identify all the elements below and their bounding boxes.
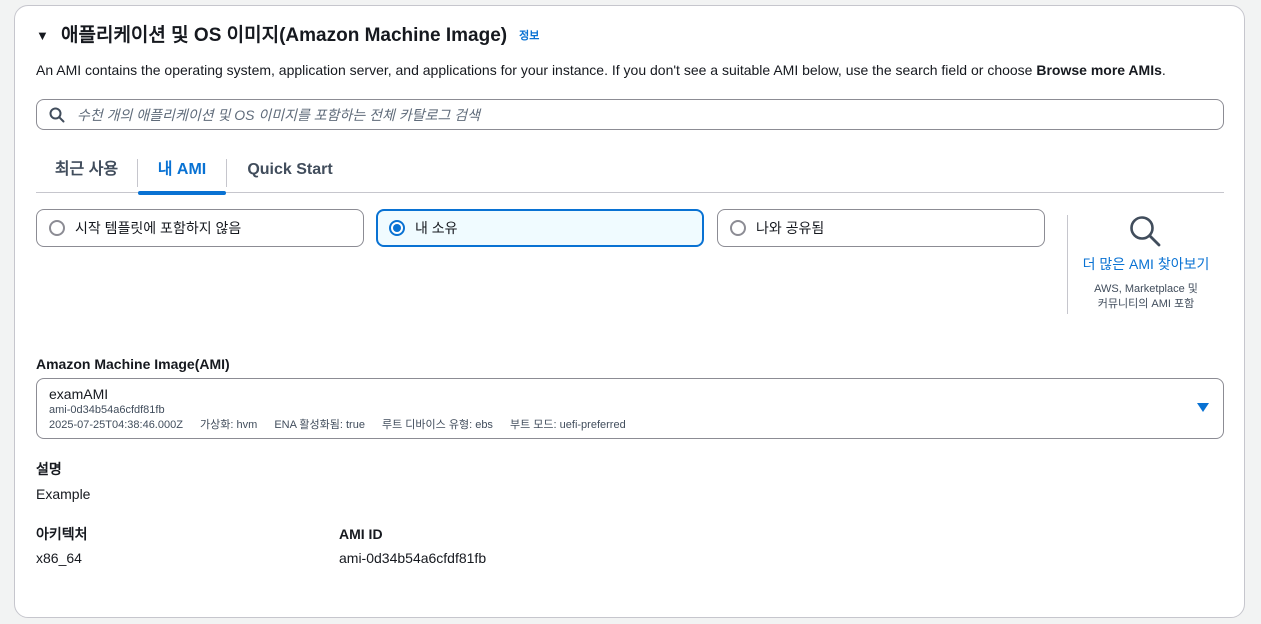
browse-more-amis[interactable]: 더 많은 AMI 찾아보기 AWS, Marketplace 및 커뮤니티의 A… — [1075, 215, 1217, 312]
tab-quick-start[interactable]: Quick Start — [227, 153, 353, 193]
ami-tabs: 최근 사용 내 AMI Quick Start — [36, 153, 1224, 195]
browse-sub-line: AWS, Marketplace 및 — [1094, 283, 1198, 295]
ami-id: ami-0d34b54a6cfdf81fb — [49, 404, 165, 416]
ami-id-value: ami-0d34b54a6cfdf81fb — [339, 550, 487, 566]
architecture-value: x86_64 — [36, 550, 82, 566]
browse-more-subtext: AWS, Marketplace 및 커뮤니티의 AMI 포함 — [1075, 282, 1217, 312]
magnifier-icon[interactable] — [1129, 215, 1163, 249]
radio-button[interactable] — [389, 220, 405, 236]
radio-option-shared-with-me[interactable]: 나와 공유됨 — [717, 209, 1045, 247]
description-label: 설명 — [36, 461, 62, 477]
ami-root-device: 루트 디바이스 유형: ebs — [382, 419, 493, 431]
ami-created: 2025-07-25T04:38:46.000Z — [49, 419, 183, 431]
ami-select[interactable]: examAMI ami-0d34b54a6cfdf81fb 2025-07-25… — [36, 378, 1224, 439]
radio-label: 나와 공유됨 — [756, 220, 825, 236]
tab-recent[interactable]: 최근 사용 — [36, 153, 137, 193]
search-icon — [49, 107, 65, 122]
ami-tags: 2025-07-25T04:38:46.000Z 가상화: hvm ENA 활성… — [49, 417, 1211, 433]
section-title: 애플리케이션 및 OS 이미지(Amazon Machine Image) — [61, 25, 508, 46]
ami-name: examAMI — [49, 386, 109, 402]
browse-sub-line: 커뮤니티의 AMI 포함 — [1097, 298, 1195, 310]
tab-my-ami[interactable]: 내 AMI — [138, 153, 226, 195]
collapse-caret-icon[interactable]: ▼ — [36, 26, 50, 46]
search-input[interactable] — [77, 106, 1177, 123]
ami-id-label: AMI ID — [339, 526, 383, 542]
radio-button[interactable] — [730, 220, 746, 236]
ami-virtualization: 가상화: hvm — [200, 419, 258, 431]
radio-option-owned-by-me[interactable]: 내 소유 — [376, 209, 704, 247]
ami-boot-mode: 부트 모드: uefi-preferred — [510, 419, 626, 431]
radio-option-not-in-template[interactable]: 시작 템플릿에 포함하지 않음 — [36, 209, 364, 247]
browse-more-link[interactable]: 더 많은 AMI 찾아보기 — [1075, 255, 1217, 273]
description-suffix: . — [1161, 62, 1166, 78]
ami-section-panel: ▼ 애플리케이션 및 OS 이미지(Amazon Machine Image) … — [14, 5, 1245, 618]
info-link[interactable]: 정보 — [519, 26, 539, 46]
ami-field-label: Amazon Machine Image(AMI) — [36, 356, 230, 372]
radio-button[interactable] — [49, 220, 65, 236]
description-value: Example — [36, 486, 91, 502]
browse-divider — [1067, 215, 1068, 314]
dropdown-caret-icon[interactable] — [1197, 403, 1209, 413]
catalog-search[interactable] — [36, 99, 1224, 130]
radio-label: 내 소유 — [415, 220, 458, 236]
radio-label: 시작 템플릿에 포함하지 않음 — [75, 220, 242, 236]
section-header: ▼ 애플리케이션 및 OS 이미지(Amazon Machine Image) … — [36, 24, 539, 48]
ami-ena: ENA 활성화됨: true — [274, 419, 365, 431]
architecture-label: 아키텍처 — [36, 526, 88, 542]
description-bold-text: Browse more AMIs — [1036, 62, 1162, 78]
section-description: An AMI contains the operating system, ap… — [36, 61, 1166, 79]
description-text: An AMI contains the operating system, ap… — [36, 62, 1037, 78]
